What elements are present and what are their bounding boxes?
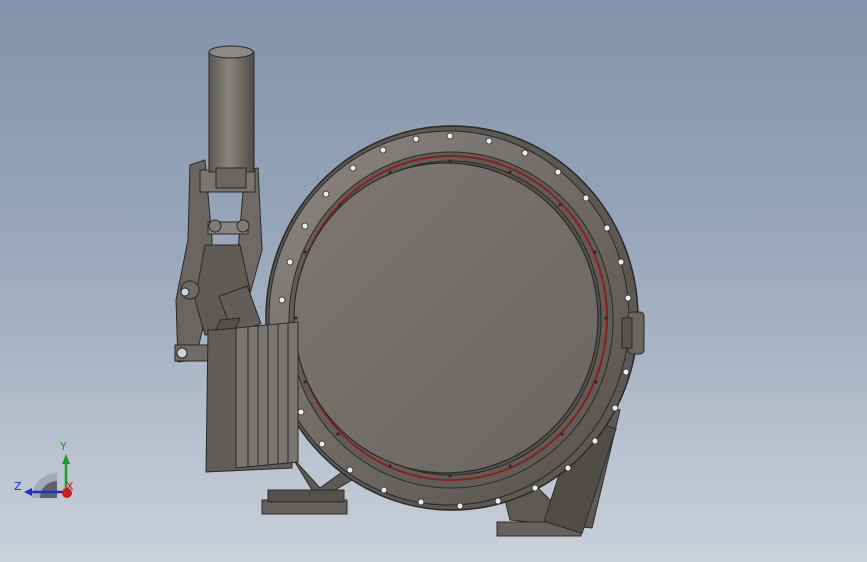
butterfly-valve-model[interactable] <box>0 0 867 562</box>
valve-disc <box>293 162 599 474</box>
x-axis-label: X <box>66 480 74 493</box>
graphics-viewport[interactable]: Y Z X <box>0 0 867 562</box>
z-axis-label: Z <box>14 480 22 493</box>
counterweight <box>205 317 299 473</box>
triad-icon <box>24 454 72 498</box>
y-axis-label: Y <box>60 440 67 453</box>
view-orientation-triad[interactable]: Y Z X <box>10 440 90 510</box>
hydraulic-cylinder <box>208 45 255 189</box>
